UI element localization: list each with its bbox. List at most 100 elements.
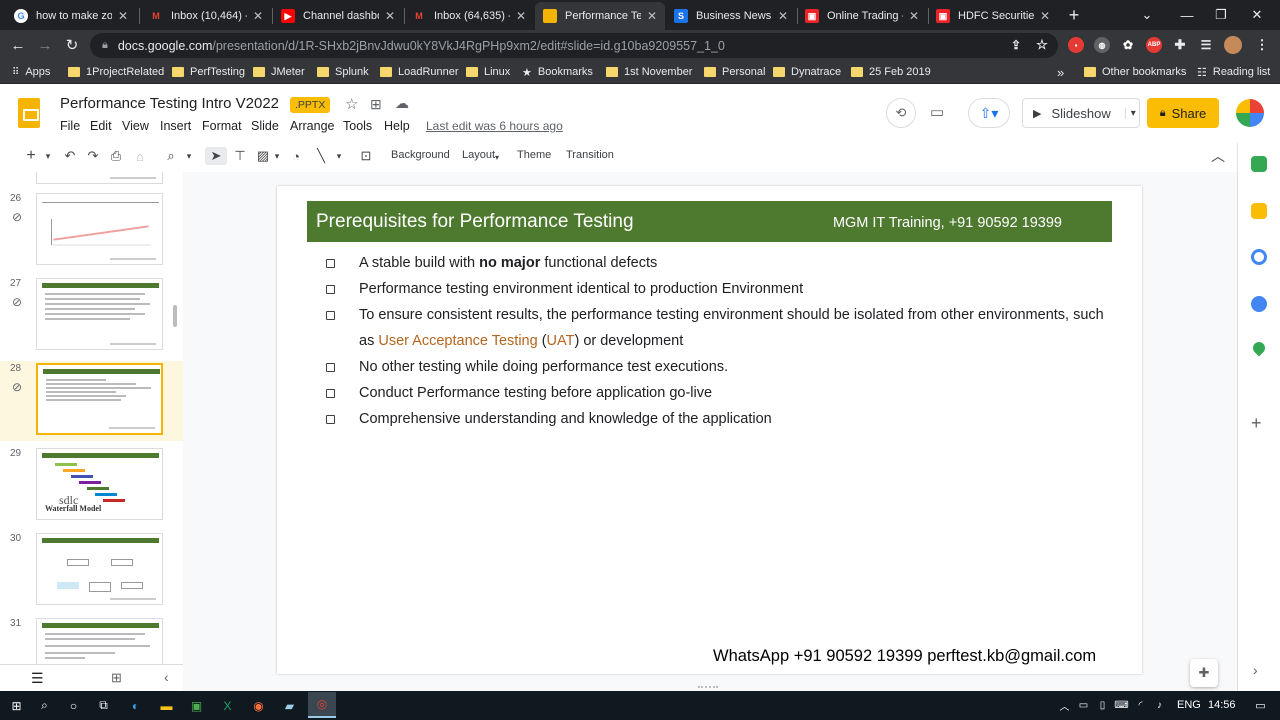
browser-tab[interactable]: M Inbox (10,464) - p ✕ [141, 2, 271, 30]
close-tab-icon[interactable]: ✕ [118, 9, 128, 23]
extensions-puzzle-icon[interactable]: ✚ [1172, 37, 1188, 53]
slide-thumbnail-27[interactable] [36, 278, 163, 350]
close-window-icon[interactable]: ✕ [1234, 0, 1280, 30]
app-icon[interactable]: ▰ [281, 697, 298, 714]
chrome-menu-icon[interactable]: ⋮ [1254, 37, 1270, 53]
close-tab-icon[interactable]: ✕ [253, 9, 263, 23]
back-icon[interactable]: ← [7, 34, 29, 56]
bookmark-apps[interactable]: ⠿ Apps [12, 64, 50, 80]
grid-view-icon[interactable]: ⊞ [111, 670, 122, 686]
close-tab-icon[interactable]: ✕ [516, 9, 526, 23]
close-tab-icon[interactable]: ✕ [778, 9, 788, 23]
windows-start-icon[interactable]: ⊞ [8, 697, 25, 714]
star-icon[interactable]: ☆ [345, 95, 358, 113]
chevron-down-icon[interactable]: ▾ [272, 147, 282, 165]
explore-icon[interactable]: ✚ [1190, 659, 1218, 687]
account-avatar[interactable] [1236, 99, 1264, 127]
background-button[interactable]: Background [391, 149, 450, 161]
browser-tab-active[interactable]: Performance Testi ✕ [535, 2, 665, 30]
show-hidden-icons[interactable]: ︿ [1056, 697, 1073, 714]
slide-footer-contact[interactable]: WhatsApp +91 90592 19399 perftest.kb@gma… [713, 647, 1096, 666]
add-comment-icon[interactable]: ⊡ [358, 147, 374, 165]
close-tab-icon[interactable]: ✕ [1040, 9, 1050, 23]
undo-icon[interactable]: ↶ [62, 147, 78, 165]
menu-format[interactable]: Format [202, 119, 242, 133]
cloud-status-icon[interactable]: ☁ [395, 95, 409, 112]
bookmark-folder[interactable]: Dynatrace [773, 64, 841, 80]
layout-button[interactable]: Layout [462, 149, 495, 161]
last-edit-link[interactable]: Last edit was 6 hours ago [426, 119, 563, 133]
slide-thumbnail-26[interactable] [36, 193, 163, 265]
bullet-item[interactable]: Conduct Performance testing before appli… [359, 380, 712, 406]
adblock-icon[interactable]: ABP [1146, 37, 1162, 53]
reload-icon[interactable]: ↻ [61, 34, 83, 56]
calendar-icon[interactable] [1251, 156, 1267, 172]
notifications-icon[interactable]: ▭ [1252, 697, 1269, 714]
menu-view[interactable]: View [122, 119, 149, 133]
firefox-icon[interactable]: ◉ [250, 697, 267, 714]
reading-list[interactable]: ☷ Reading list [1197, 64, 1270, 80]
share-button[interactable]: 🔒︎ Share [1147, 98, 1219, 128]
browser-tab[interactable]: G how to make zoo ✕ [6, 2, 136, 30]
chevron-down-icon[interactable]: ▾ [43, 147, 53, 165]
theme-button[interactable]: Theme [517, 149, 551, 161]
keep-icon[interactable] [1251, 203, 1267, 219]
task-view-icon[interactable]: ⧉ [95, 697, 112, 714]
extension-icon[interactable]: ▪ [1068, 37, 1084, 53]
chevron-down-icon[interactable]: ▾ [184, 147, 194, 165]
bookmark-folder[interactable]: 1ProjectRelated [68, 64, 164, 80]
zoom-icon[interactable]: ⌕ [163, 147, 179, 165]
close-tab-icon[interactable]: ✕ [647, 9, 657, 23]
forward-icon[interactable]: → [34, 34, 56, 56]
reading-mode-icon[interactable]: ☰ [1198, 37, 1214, 53]
doc-title[interactable]: Performance Testing Intro V2022 [60, 95, 279, 112]
bullet-item[interactable]: A stable build with no major functional … [359, 250, 657, 276]
excel-icon[interactable]: X [219, 697, 236, 714]
bullet-item[interactable]: To ensure consistent results, the perfor… [359, 302, 1104, 328]
battery-icon[interactable]: ▯ [1094, 697, 1111, 714]
chevron-down-icon[interactable]: ▾ [1124, 107, 1136, 119]
bullet-item[interactable]: No other testing while doing performance… [359, 354, 728, 380]
redo-icon[interactable]: ↷ [85, 147, 101, 165]
bullet-item[interactable]: Comprehensive understanding and knowledg… [359, 406, 772, 432]
new-tab-button[interactable]: + [1062, 0, 1086, 30]
chrome-icon[interactable]: ◎ [308, 692, 336, 718]
edge-icon[interactable]: ◐ [127, 697, 144, 714]
slide-page[interactable]: Prerequisites for Performance Testing MG… [277, 186, 1142, 674]
collapse-panel-icon[interactable]: ‹ [164, 669, 169, 685]
url-field[interactable]: 🔒︎ docs.google.com /presentation/d/1R-SH… [90, 33, 1058, 58]
bookmark-folder[interactable]: PerfTesting [172, 64, 245, 80]
text-box-icon[interactable]: ⊤ [232, 147, 248, 165]
close-tab-icon[interactable]: ✕ [385, 9, 395, 23]
slide-thumbnail-30[interactable] [36, 533, 163, 605]
bookmark-folder[interactable]: Splunk [317, 64, 369, 80]
network-icon[interactable]: ▭ [1075, 697, 1092, 714]
slide-thumbnail-31[interactable] [36, 618, 163, 664]
bookmark-folder[interactable]: Personal [704, 64, 765, 80]
cortana-icon[interactable]: ○ [65, 697, 82, 714]
browser-tab[interactable]: M Inbox (64,635) - r ✕ [404, 2, 534, 30]
menu-insert[interactable]: Insert [160, 119, 191, 133]
present-to-meeting-icon[interactable]: ⇧▾ [968, 98, 1010, 128]
extension-icon[interactable]: ◍ [1094, 37, 1110, 53]
file-explorer-icon[interactable]: ▬ [158, 697, 175, 714]
bullet-item[interactable]: Performance testing environment identica… [359, 276, 803, 302]
bookmark-folder[interactable]: LoadRunner [380, 64, 459, 80]
new-slide-icon[interactable]: + [24, 147, 38, 165]
browser-tab[interactable]: ▣ Online Trading - C ✕ [797, 2, 927, 30]
shape-icon[interactable]: ◔ [288, 147, 304, 165]
slides-logo-icon[interactable] [18, 98, 40, 128]
keyboard-icon[interactable]: ⌨ [1113, 697, 1130, 714]
paint-format-icon[interactable]: ⌂ [132, 147, 148, 165]
comments-icon[interactable]: ▭ [930, 103, 944, 121]
slide-thumbnail-28-selected[interactable] [36, 363, 163, 435]
move-folder-icon[interactable]: ⊞ [370, 96, 382, 113]
speaker-notes-handle[interactable] [698, 686, 718, 689]
slide-thumbnail[interactable] [36, 172, 163, 184]
activity-icon[interactable]: ⟲ [886, 98, 916, 128]
line-icon[interactable]: ╲ [313, 147, 329, 165]
transition-button[interactable]: Transition [566, 149, 614, 161]
bullet-item-continuation[interactable]: as User Acceptance Testing (UAT) or deve… [359, 328, 683, 354]
browser-tab[interactable]: S Business News | S ✕ [666, 2, 796, 30]
extension-icon[interactable]: ✿ [1120, 37, 1136, 53]
